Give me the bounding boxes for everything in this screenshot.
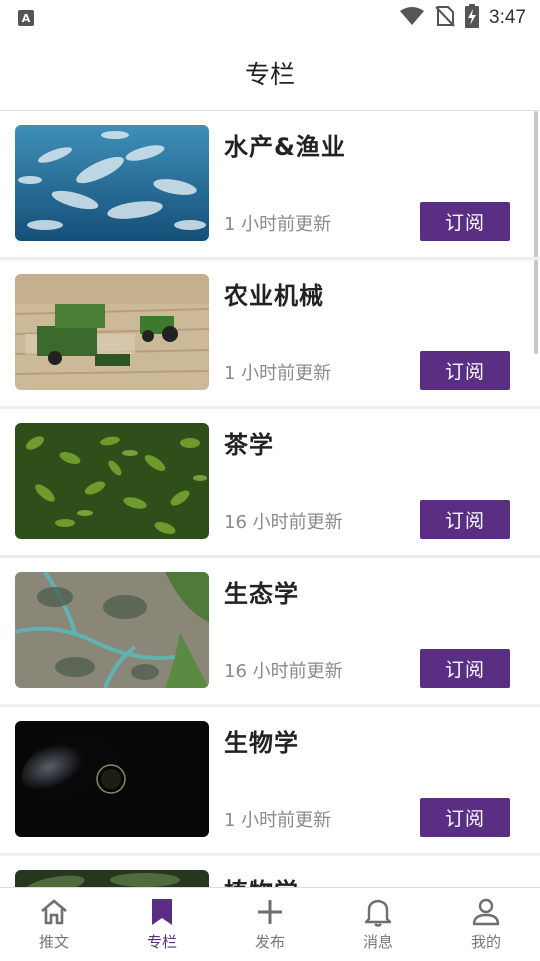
tab-profile[interactable]: 我的 bbox=[432, 888, 540, 961]
app-notification-icon: A bbox=[18, 10, 34, 26]
person-icon bbox=[471, 897, 501, 927]
wifi-icon bbox=[399, 6, 425, 30]
tab-messages[interactable]: 消息 bbox=[324, 888, 432, 961]
tab-columns[interactable]: 专栏 bbox=[108, 888, 216, 961]
page-header: 专栏 bbox=[0, 36, 540, 111]
no-sim-icon bbox=[435, 5, 455, 31]
column-title[interactable]: 植物学 bbox=[224, 872, 299, 887]
bookmark-icon bbox=[147, 897, 177, 927]
tab-label: 我的 bbox=[470, 933, 501, 951]
column-thumbnail-microscope[interactable] bbox=[15, 721, 209, 837]
column-updated-time: 16 小时前更新 bbox=[224, 512, 343, 533]
list-item[interactable]: 生态学 16 小时前更新 订阅 bbox=[0, 558, 540, 707]
list-item[interactable]: 生物学 1 小时前更新 订阅 bbox=[0, 707, 540, 856]
column-list[interactable]: 水产&渔业 1 小时前更新 订阅 农业机械 1 小时前更新 订阅 茶学 16 小… bbox=[0, 111, 540, 887]
column-updated-time: 1 小时前更新 bbox=[224, 810, 332, 831]
column-thumbnail-fish[interactable] bbox=[15, 125, 209, 241]
tab-label: 专栏 bbox=[146, 933, 177, 951]
subscribe-button[interactable]: 订阅 bbox=[420, 500, 510, 539]
column-thumbnail-harvester[interactable] bbox=[15, 274, 209, 390]
list-item[interactable]: 水产&渔业 1 小时前更新 订阅 bbox=[0, 111, 540, 260]
status-time: 3:47 bbox=[489, 7, 526, 28]
status-bar: A 3:47 bbox=[0, 0, 540, 36]
tab-label: 推文 bbox=[38, 933, 69, 951]
list-item[interactable]: 植物学 bbox=[0, 856, 540, 887]
subscribe-button[interactable]: 订阅 bbox=[420, 649, 510, 688]
column-updated-time: 1 小时前更新 bbox=[224, 214, 332, 235]
plus-icon bbox=[255, 897, 285, 927]
bottom-tab-bar: 推文 专栏 发布 消息 我的 bbox=[0, 887, 540, 961]
battery-charging-icon bbox=[465, 4, 480, 32]
tab-publish[interactable]: 发布 bbox=[216, 888, 324, 961]
column-thumbnail-tea[interactable] bbox=[15, 423, 209, 539]
list-item[interactable]: 茶学 16 小时前更新 订阅 bbox=[0, 409, 540, 558]
column-updated-time: 1 小时前更新 bbox=[224, 363, 332, 384]
page-title: 专栏 bbox=[244, 60, 295, 89]
column-title[interactable]: 水产&渔业 bbox=[224, 127, 346, 162]
subscribe-button[interactable]: 订阅 bbox=[420, 351, 510, 390]
home-icon bbox=[39, 897, 69, 927]
column-updated-time: 16 小时前更新 bbox=[224, 661, 343, 682]
subscribe-button[interactable]: 订阅 bbox=[420, 798, 510, 837]
column-title[interactable]: 农业机械 bbox=[224, 276, 324, 311]
bell-icon bbox=[363, 897, 393, 927]
tab-tweets[interactable]: 推文 bbox=[0, 888, 108, 961]
tab-label: 消息 bbox=[362, 933, 393, 951]
column-title[interactable]: 茶学 bbox=[224, 425, 274, 460]
column-title[interactable]: 生态学 bbox=[224, 574, 299, 609]
column-thumbnail-plants[interactable] bbox=[15, 870, 209, 887]
tab-label: 发布 bbox=[254, 933, 285, 951]
column-thumbnail-wetland[interactable] bbox=[15, 572, 209, 688]
list-item[interactable]: 农业机械 1 小时前更新 订阅 bbox=[0, 260, 540, 409]
column-title[interactable]: 生物学 bbox=[224, 723, 299, 758]
subscribe-button[interactable]: 订阅 bbox=[420, 202, 510, 241]
